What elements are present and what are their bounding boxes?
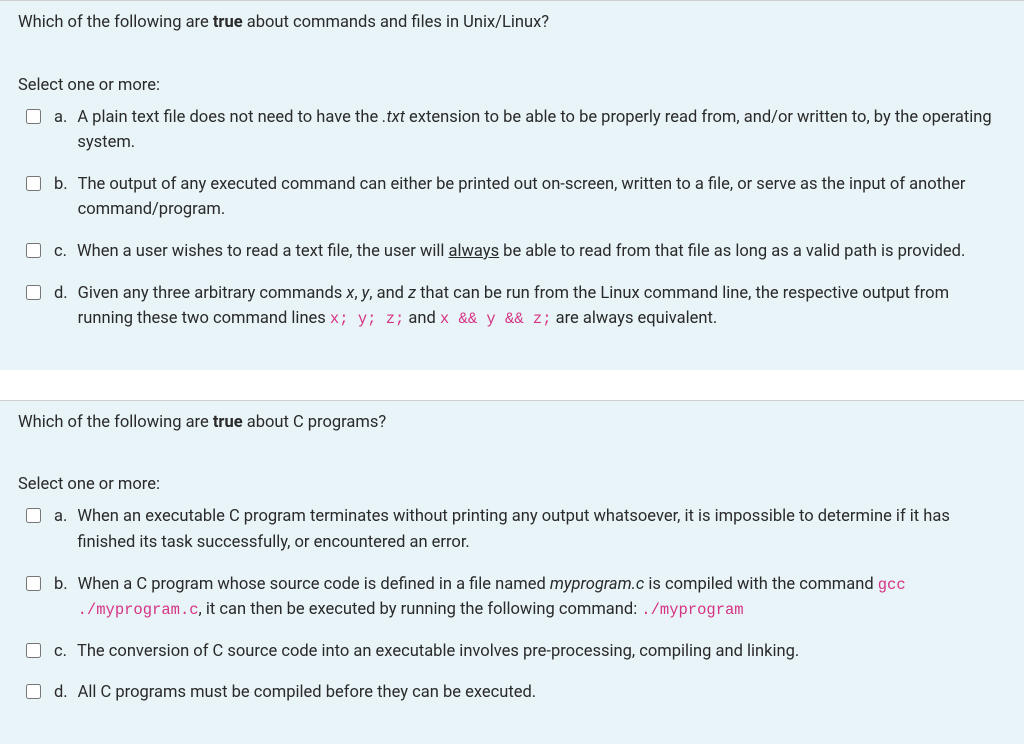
option-row: d. Given any three arbitrary commands x, … bbox=[22, 281, 1006, 332]
option-text: The output of any executed command can e… bbox=[78, 172, 996, 223]
option-text: When a user wishes to read a text file, … bbox=[77, 239, 996, 265]
option-letter: b. bbox=[54, 572, 68, 598]
option-letter: b. bbox=[54, 172, 68, 198]
option-checkbox[interactable] bbox=[26, 643, 41, 658]
option-checkbox[interactable] bbox=[26, 684, 41, 699]
option-text: All C programs must be compiled before t… bbox=[78, 680, 996, 706]
option-row: c. The conversion of C source code into a… bbox=[22, 639, 1006, 665]
option-letter: a. bbox=[54, 105, 67, 131]
option-checkbox[interactable] bbox=[26, 109, 41, 124]
option-row: c. When a user wishes to read a text file… bbox=[22, 239, 1006, 265]
question-block: Which of the following are true about C … bbox=[0, 400, 1024, 744]
option-letter: d. bbox=[54, 281, 68, 307]
option-checkbox[interactable] bbox=[26, 176, 41, 191]
question-stem: Which of the following are true about co… bbox=[18, 11, 1006, 36]
option-letter: a. bbox=[54, 504, 67, 530]
option-checkbox[interactable] bbox=[26, 508, 41, 523]
option-text: When a C program whose source code is de… bbox=[78, 572, 996, 623]
question-block: Which of the following are true about co… bbox=[0, 0, 1024, 370]
option-letter: c. bbox=[54, 639, 67, 665]
option-letter: d. bbox=[54, 680, 68, 706]
option-row: b. When a C program whose source code is … bbox=[22, 572, 1006, 623]
option-checkbox[interactable] bbox=[26, 243, 41, 258]
option-row: a. When an executable C program terminate… bbox=[22, 504, 1006, 555]
option-text: The conversion of C source code into an … bbox=[77, 639, 996, 665]
option-letter: c. bbox=[54, 239, 67, 265]
option-checkbox[interactable] bbox=[26, 576, 41, 591]
option-text: When an executable C program terminates … bbox=[77, 504, 996, 555]
option-row: d. All C programs must be compiled before… bbox=[22, 680, 1006, 706]
option-text: Given any three arbitrary commands x, y,… bbox=[78, 281, 996, 332]
question-stem: Which of the following are true about C … bbox=[18, 411, 1006, 436]
option-checkbox[interactable] bbox=[26, 285, 41, 300]
select-instruction: Select one or more: bbox=[18, 475, 1006, 494]
option-text: A plain text file does not need to have … bbox=[77, 105, 996, 156]
option-row: b. The output of any executed command can… bbox=[22, 172, 1006, 223]
option-row: a. A plain text file does not need to hav… bbox=[22, 105, 1006, 156]
select-instruction: Select one or more: bbox=[18, 76, 1006, 95]
